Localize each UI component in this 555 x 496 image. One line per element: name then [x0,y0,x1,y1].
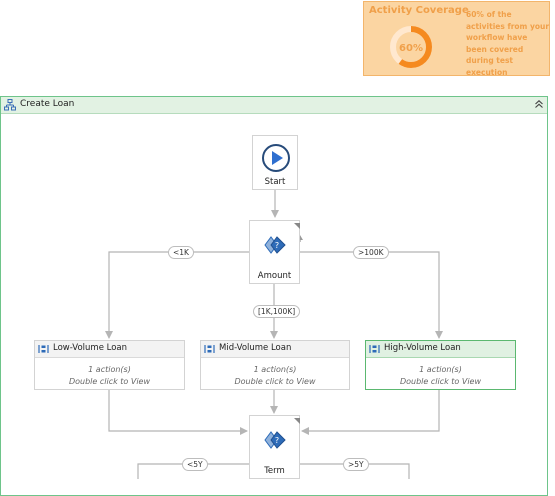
edge-label-lt1k[interactable]: <1K [168,246,194,259]
amount-label: Amount [257,271,292,281]
edge-label-range[interactable]: [1K,100K] [253,305,301,318]
sequence-body: 1 action(s) Double click to View [35,364,184,387]
sequence-body: 1 action(s) Double click to View [366,364,515,387]
play-icon [262,144,290,172]
edge-label-gt5y[interactable]: >5Y [343,458,369,471]
sequence-header: High-Volume Loan [366,341,515,358]
svg-text:?: ? [275,436,279,445]
start-label: Start [264,177,286,187]
sequence-header: Low-Volume Loan [35,341,184,358]
svg-text:?: ? [275,241,279,250]
action-count: 1 action(s) [253,365,297,374]
action-count: 1 action(s) [88,365,131,374]
sequence-body: 1 action(s) Double click to View [201,364,349,387]
sequence-high-volume-loan[interactable]: High-Volume Loan 1 action(s) Double clic… [365,340,516,390]
corner-marker-icon [294,223,300,229]
switch-icon: ? [264,236,286,254]
edge-label-lt5y[interactable]: <5Y [182,458,208,471]
sequence-icon [38,345,49,353]
action-count: 1 action(s) [419,365,462,374]
view-hint: Double click to View [234,376,316,386]
corner-marker-icon [294,418,300,424]
sequence-icon [204,345,215,353]
sequence-low-volume-loan[interactable]: Low-Volume Loan 1 action(s) Double click… [34,340,185,390]
sequence-header: Mid-Volume Loan [201,341,349,358]
term-switch-node[interactable]: ? Term [249,415,300,479]
edge-label-gt100k[interactable]: >100K [353,246,389,259]
sequence-title: High-Volume Loan [384,343,461,353]
term-label: Term [264,466,285,476]
amount-switch-node[interactable]: ? Amount [249,220,300,284]
sequence-mid-volume-loan[interactable]: Mid-Volume Loan 1 action(s) Double click… [200,340,350,390]
sequence-icon [369,345,380,353]
sequence-title: Mid-Volume Loan [219,343,292,353]
view-hint: Double click to View [399,376,482,386]
view-hint: Double click to View [68,376,151,386]
switch-icon: ? [264,431,286,449]
sequence-title: Low-Volume Loan [53,343,128,353]
start-node[interactable]: Start [252,135,298,190]
